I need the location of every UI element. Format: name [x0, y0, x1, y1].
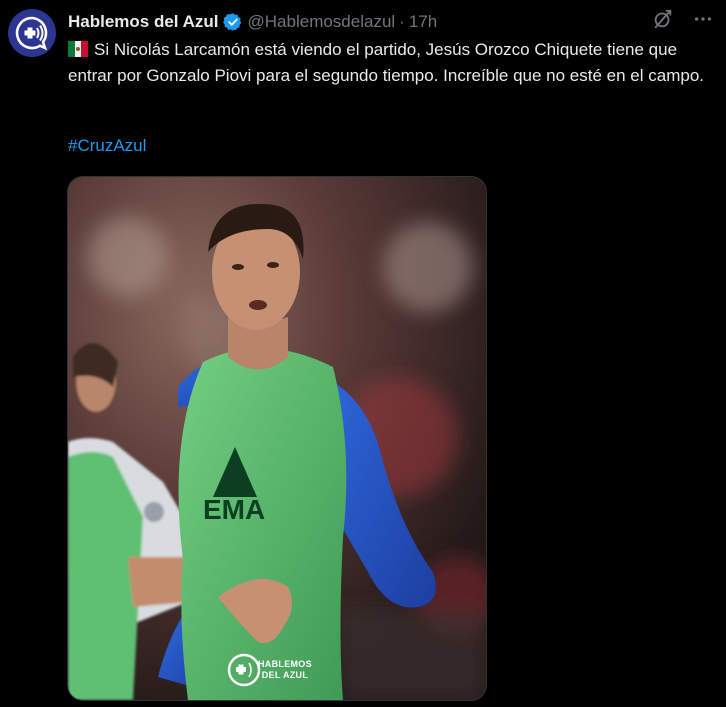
tweet-media-image[interactable]: EMA HABLEMOS DEL AZUL — [67, 176, 487, 701]
mexico-flag-icon — [68, 39, 88, 57]
more-icon[interactable] — [692, 8, 714, 35]
player-photo: EMA — [68, 177, 486, 700]
author-avatar[interactable] — [8, 9, 56, 57]
hashtag-link[interactable]: #CruzAzul — [68, 136, 146, 156]
tweet-time[interactable]: 17h — [409, 12, 437, 32]
verified-badge-icon[interactable] — [222, 12, 243, 32]
tweet-header: Hablemos del Azul @Hablemosdelazul · 17h — [68, 10, 726, 34]
watermark-line1: HABLEMOS — [258, 659, 312, 669]
author-handle[interactable]: @Hablemosdelazul — [248, 12, 396, 32]
bib-lettering: EMA — [203, 494, 265, 525]
watermark-text: HABLEMOS DEL AZUL — [258, 659, 312, 681]
tweet-actions — [652, 8, 714, 35]
hablemos-logo-icon — [15, 16, 48, 51]
watermark-line2: DEL AZUL — [261, 670, 309, 680]
separator-dot: · — [399, 12, 405, 31]
tweet-text: Si Nicolás Larcamón está viendo el parti… — [68, 37, 718, 89]
tweet-body: Si Nicolás Larcamón está viendo el parti… — [68, 40, 704, 85]
author-name[interactable]: Hablemos del Azul — [68, 12, 219, 32]
grok-icon[interactable] — [652, 8, 674, 35]
